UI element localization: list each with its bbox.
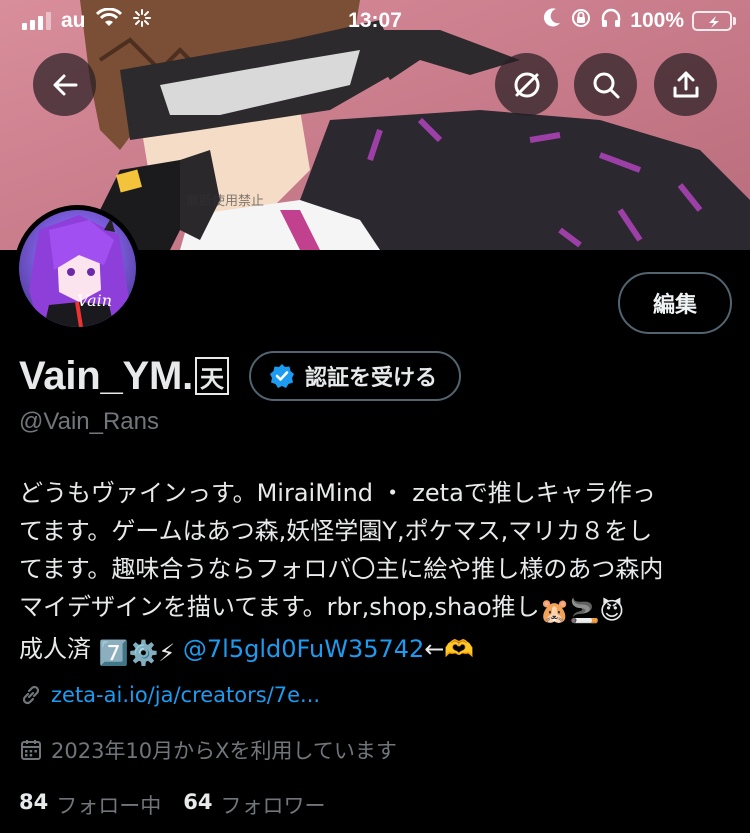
avatar-signature: Vain <box>77 291 112 310</box>
bio-emojis: 7️⃣⚙️⚡ <box>98 639 176 667</box>
bio-mention-link[interactable]: @7l5gld0FuW35742 <box>183 635 424 663</box>
moon-icon <box>542 7 562 35</box>
name-row: Vain_YM. 天 認証を受ける <box>19 350 462 402</box>
calendar-icon <box>21 740 41 760</box>
display-name: Vain_YM. <box>19 353 194 398</box>
user-handle: @Vain_Rans <box>19 408 159 435</box>
bio-line-tail: ←🫶 <box>424 635 475 663</box>
mute-circle-icon <box>514 72 539 97</box>
battery-icon <box>692 11 736 31</box>
website-link[interactable]: zeta-ai.io/ja/creators/7e... <box>51 683 320 707</box>
following-count: 84 <box>19 790 49 814</box>
verified-badge-icon <box>270 364 295 388</box>
name-kanji-box: 天 <box>195 357 230 395</box>
get-verified-label: 認証を受ける <box>305 366 438 391</box>
back-button[interactable] <box>33 53 96 116</box>
rotation-lock-icon <box>570 7 592 35</box>
followers-label: フォロワー <box>220 794 326 818</box>
avatar[interactable]: Vain <box>14 205 141 332</box>
bio-emojis: 🐹🚬😈 <box>539 597 625 625</box>
bio-line: 成人済 7️⃣⚙️⚡ @7l5gld0FuW35742←🫶 <box>19 630 734 672</box>
get-verified-button[interactable]: 認証を受ける <box>249 351 462 401</box>
share-button[interactable] <box>654 53 717 116</box>
edit-profile-button[interactable]: 編集 <box>618 272 732 334</box>
bio-line-text: 成人済 <box>19 635 99 663</box>
search-button[interactable] <box>574 53 637 116</box>
following-label: フォロー中 <box>56 794 162 818</box>
mute-button[interactable] <box>495 53 558 116</box>
bio-line: どうもヴァインっす。MiraiMind ・ zetaで推しキャラ作っ <box>19 479 656 507</box>
bio-line: てます。ゲームはあつ森,妖怪学園Y,ポケマス,マリカ８をし <box>19 517 653 545</box>
status-bar: au 13:07 100% <box>0 0 750 40</box>
headphones-icon <box>600 7 622 35</box>
following-link[interactable]: 84 フォロー中 <box>19 790 161 820</box>
bio-line: てます。趣味合うならフォロバ〇主に絵や推し様のあつ森内 <box>19 555 664 583</box>
avatar-artwork: Vain <box>29 215 129 327</box>
joined-text: 2023年10月からXを利用しています <box>51 739 397 763</box>
followers-count: 64 <box>183 790 213 814</box>
battery-percent: 100% <box>630 9 684 32</box>
follow-stats: 84 フォロー中 64 フォロワー <box>19 790 325 820</box>
profile-website: zeta-ai.io/ja/creators/7e... <box>19 683 320 707</box>
bio-line-text: マイデザインを描いてます。rbr,shop,shao推し <box>19 593 540 621</box>
profile-bio: どうもヴァインっす。MiraiMind ・ zetaで推しキャラ作っ てます。ゲ… <box>19 474 734 672</box>
share-upload-icon <box>673 71 698 97</box>
arrow-left-icon <box>53 74 77 95</box>
bio-line: マイデザインを描いてます。rbr,shop,shao推し🐹🚬😈 <box>19 588 734 630</box>
banner-watermark: 無断使用禁止 <box>186 193 264 209</box>
link-icon <box>22 685 40 705</box>
search-icon <box>593 72 619 98</box>
followers-link[interactable]: 64 フォロワー <box>183 790 325 820</box>
profile-joined-date: 2023年10月からXを利用しています <box>19 735 397 765</box>
